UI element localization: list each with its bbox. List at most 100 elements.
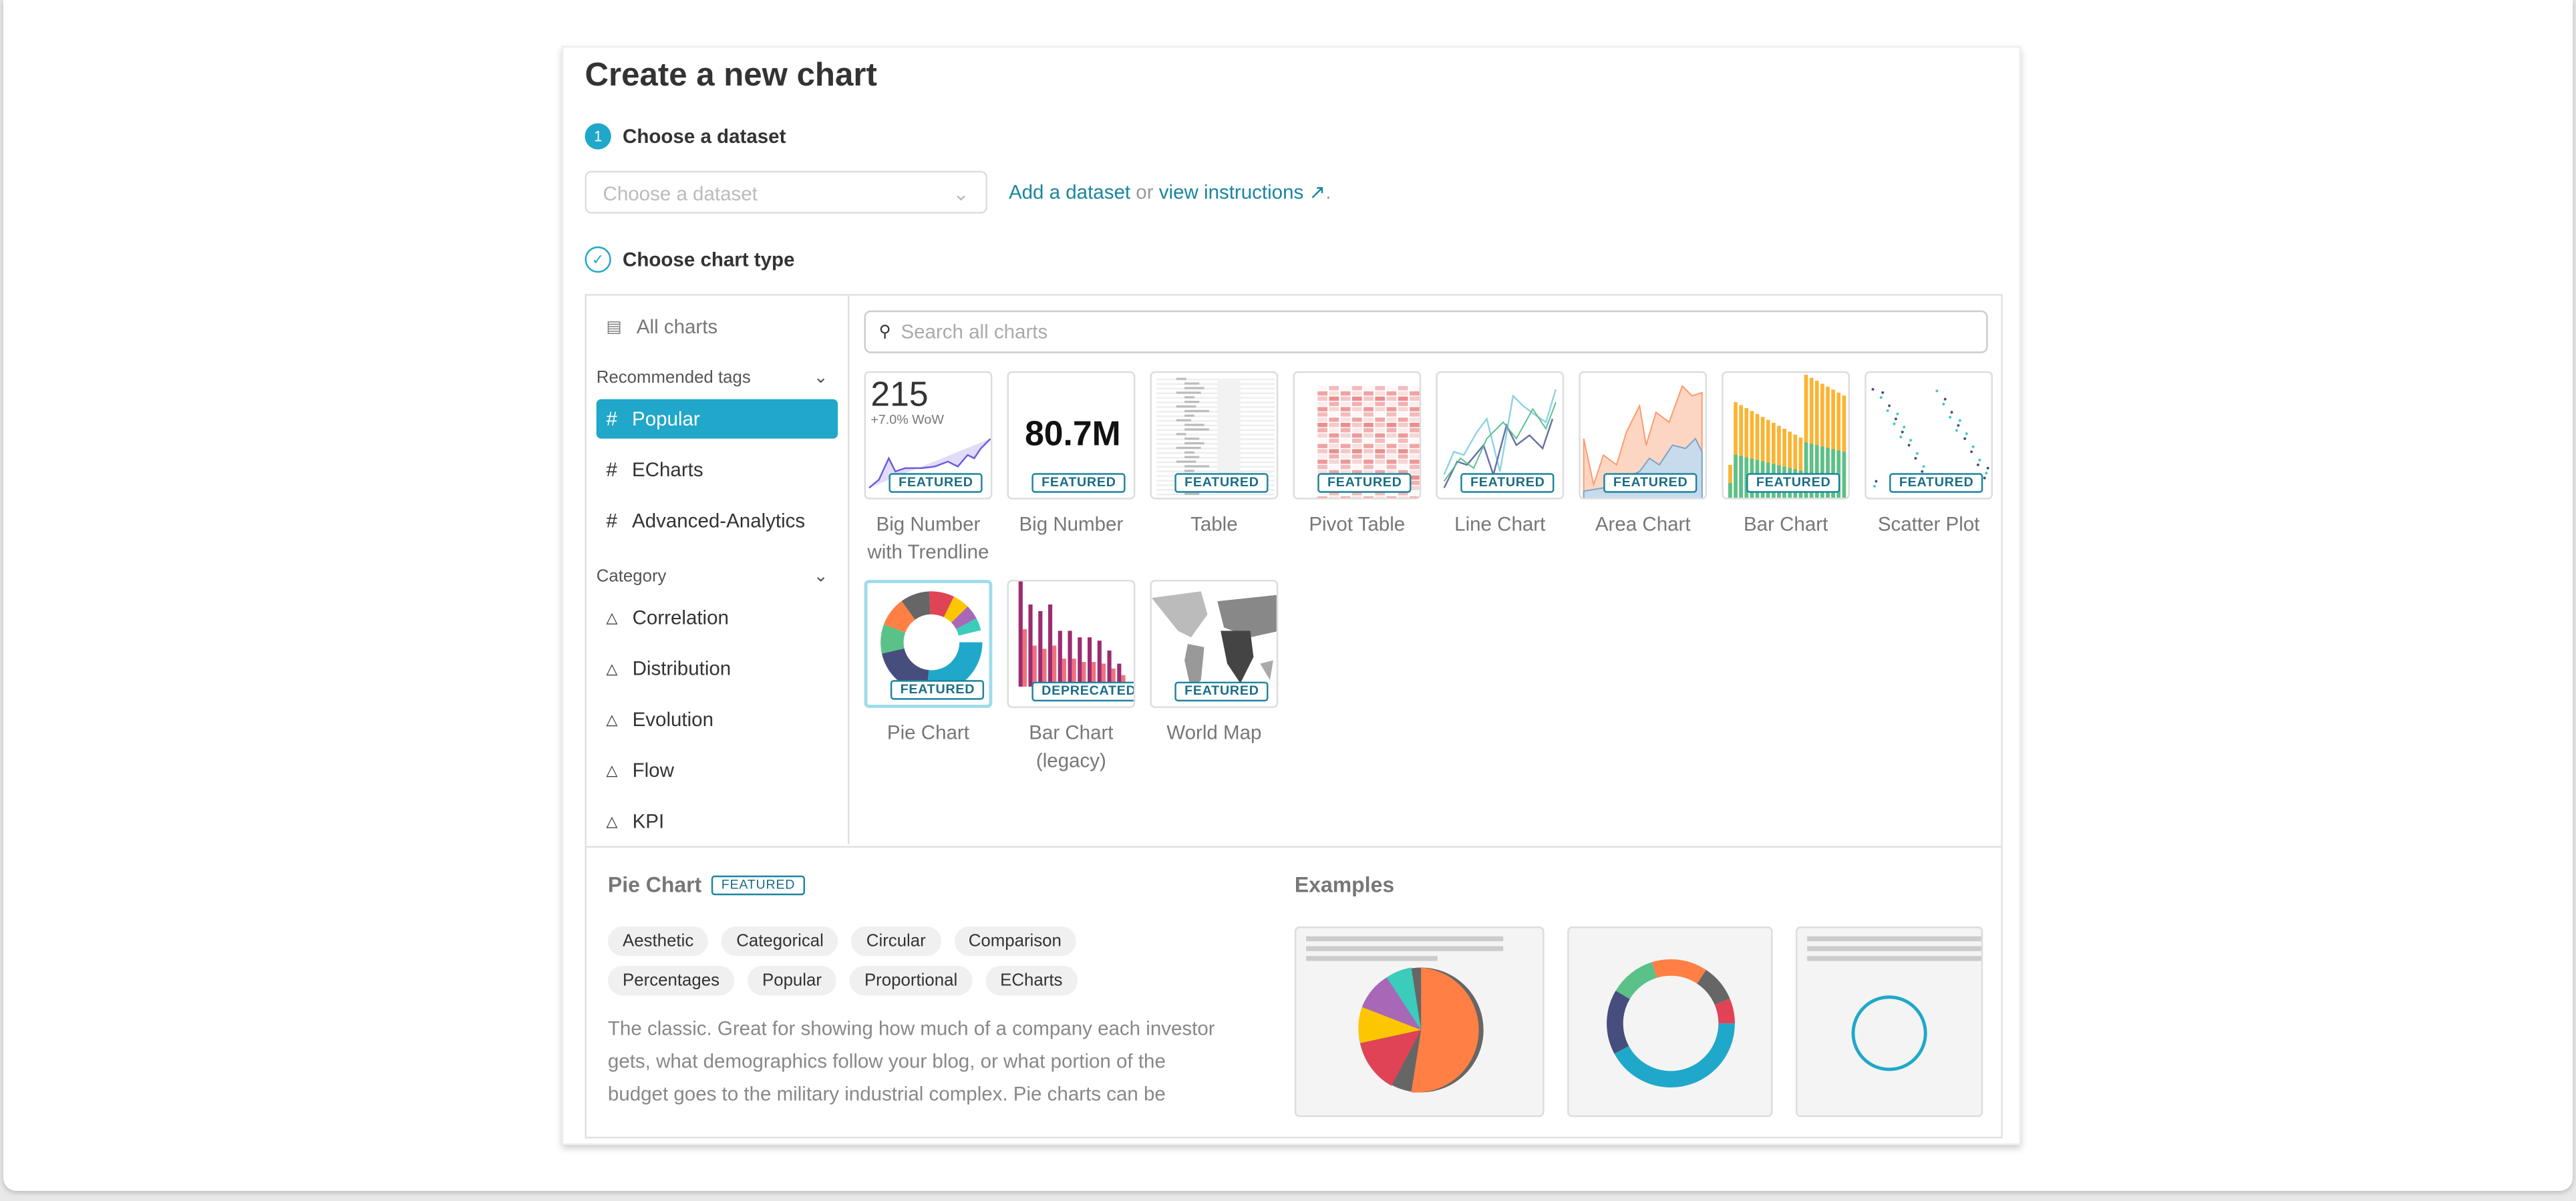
section-label: Category [596, 566, 667, 586]
chart-type-label[interactable]: Area Chart [1572, 511, 1713, 539]
tag-chip: Percentages [607, 966, 735, 996]
chart-thumbnail[interactable]: FEATURED [1150, 371, 1279, 500]
tag-chip: Aesthetic [607, 926, 709, 957]
examples-heading: Examples [1294, 872, 1395, 897]
sidebar-item-label: All charts [636, 315, 718, 339]
tag-chip: Comparison [953, 926, 1077, 957]
chart-thumbnail[interactable]: DEPRECATED [1007, 580, 1136, 708]
chart-thumbnail[interactable]: FEATURED [1722, 371, 1850, 500]
tag-chip: ECharts [985, 966, 1078, 996]
chart-thumbnail[interactable]: FEATURED [1293, 371, 1422, 500]
chart-type-picker: ▤ All charts Recommended tags ⌄ # Popular #… [585, 294, 2003, 1139]
example-image[interactable] [1795, 926, 1983, 1118]
add-dataset-link[interactable]: Add a dataset [1009, 181, 1130, 204]
chart-badge: DEPRECATED [1031, 681, 1134, 702]
chart-thumbnail[interactable]: FEATURED [1436, 371, 1565, 500]
chart-details: Pie Chart FEATURED Aesthetic Categorical Ci… [586, 846, 2001, 1136]
sidebar-item-distribution[interactable]: △ Distribution [597, 649, 838, 688]
chart-type-label[interactable]: Pivot Table [1287, 511, 1428, 539]
chevron-down-icon: ⌄ [953, 182, 969, 206]
hash-icon: # [606, 509, 617, 532]
sidebar-item-label: Evolution [632, 707, 714, 731]
page: Create a new chart 1 Choose a dataset Ch… [3, 0, 2573, 1191]
chart-sidebar: ▤ All charts Recommended tags ⌄ # Popular #… [587, 295, 850, 845]
sidebar-item-advanced-analytics[interactable]: # Advanced-Analytics [597, 501, 838, 540]
category-header[interactable]: Category ⌄ [597, 566, 828, 586]
chart-type-label[interactable]: World Map [1144, 719, 1285, 747]
tag-list: Aesthetic Categorical Circular Comparison Pe… [607, 926, 1134, 996]
chart-badge: FEATURED [889, 473, 983, 493]
sidebar-item-popular[interactable]: # Popular [596, 399, 838, 439]
search-icon: ⚲ [878, 323, 891, 341]
search-placeholder: Search all charts [901, 320, 1048, 343]
chart-type-label[interactable]: Bar Chart (legacy) [1001, 719, 1142, 776]
chart-thumbnail[interactable]: FEATURED [1579, 371, 1708, 500]
tag-chip: Proportional [849, 966, 973, 996]
chart-badge: FEATURED [1603, 473, 1698, 493]
step-label: Choose a dataset [623, 124, 786, 148]
sidebar-item-label: Advanced-Analytics [632, 509, 806, 532]
dataset-select-placeholder: Choose a dataset [603, 182, 758, 206]
sidebar-item-echarts[interactable]: # ECharts [597, 450, 838, 490]
step-number-badge: 1 [585, 123, 611, 150]
tag-chip: Popular [747, 966, 837, 996]
recommended-tags-header[interactable]: Recommended tags ⌄ [597, 368, 828, 388]
sidebar-item-label: ECharts [632, 458, 703, 482]
chevron-down-icon: ⌄ [813, 367, 828, 388]
grid-icon: ▤ [606, 317, 622, 336]
sidebar-item-correlation[interactable]: △ Correlation [597, 598, 838, 637]
sidebar-item-flow[interactable]: △ Flow [597, 751, 838, 790]
check-icon: ✓ [585, 246, 611, 273]
chart-thumbnail[interactable]: 80.7M FEATURED [1007, 371, 1136, 500]
chart-thumbnail[interactable]: FEATURED [864, 580, 993, 708]
sidebar-item-label: Popular [632, 407, 700, 431]
page-title: Create a new chart [585, 57, 877, 94]
step-choose-chart-type: ✓ Choose chart type [585, 246, 795, 273]
chart-type-label[interactable]: Table [1144, 511, 1285, 539]
shapes-icon: △ [606, 812, 618, 829]
sidebar-item-kpi[interactable]: △ KPI [597, 802, 838, 841]
step-choose-dataset: 1 Choose a dataset [585, 123, 786, 150]
sidebar-item-label: Correlation [632, 606, 729, 629]
featured-badge: FEATURED [711, 874, 806, 895]
dataset-select[interactable]: Choose a dataset ⌄ [585, 170, 987, 214]
view-instructions-link[interactable]: view instructions [1159, 181, 1303, 204]
dataset-links: Add a dataset or view instructions ↗. [1009, 181, 1331, 204]
selected-chart-title: Pie Chart FEATURED [607, 872, 806, 897]
chart-type-label[interactable]: Bar Chart [1715, 511, 1856, 539]
chart-name: Pie Chart [607, 872, 702, 897]
preview-number: 215 [870, 376, 929, 414]
shapes-icon: △ [606, 659, 618, 676]
sidebar-item-all-charts[interactable]: ▤ All charts [597, 307, 838, 347]
chart-badge: FEATURED [1460, 473, 1555, 493]
chart-type-label[interactable]: Line Chart [1430, 511, 1571, 539]
create-chart-card: Create a new chart 1 Choose a dataset Ch… [562, 45, 2021, 1146]
chart-type-label[interactable]: Big Number [1001, 511, 1142, 539]
chart-thumbnail[interactable]: 215 +7.0% WoW FEATURED [864, 371, 993, 500]
chart-type-label[interactable]: Big Number with Trendline [858, 511, 999, 567]
section-label: Recommended tags [596, 367, 751, 388]
chart-badge: FEATURED [1031, 473, 1126, 493]
sidebar-item-label: Flow [632, 759, 674, 782]
search-charts-input[interactable]: ⚲ Search all charts [864, 310, 1988, 353]
or-text: or [1136, 180, 1154, 204]
chart-badge: FEATURED [1746, 473, 1841, 493]
shapes-icon: △ [606, 609, 618, 625]
chart-thumbnail[interactable]: FEATURED [1150, 580, 1279, 708]
preview-subtext: +7.0% WoW [870, 412, 944, 427]
chart-thumbnail[interactable]: FEATURED [1865, 371, 1993, 500]
chart-type-label[interactable]: Pie Chart [858, 719, 999, 747]
chart-badge: FEATURED [1174, 681, 1269, 702]
tag-chip: Categorical [721, 926, 838, 957]
chart-badge: FEATURED [890, 680, 985, 700]
example-image[interactable] [1294, 926, 1545, 1118]
sidebar-item-evolution[interactable]: △ Evolution [597, 700, 838, 739]
example-image[interactable] [1567, 926, 1773, 1118]
step-label: Choose chart type [623, 248, 795, 271]
sidebar-item-label: KPI [632, 810, 665, 833]
tag-chip: Circular [851, 926, 941, 957]
external-link-icon[interactable]: ↗ [1309, 181, 1325, 204]
sidebar-item-label: Distribution [632, 657, 732, 681]
chart-type-label[interactable]: Scatter Plot [1858, 511, 1999, 539]
chart-badge: FEATURED [1317, 473, 1412, 493]
